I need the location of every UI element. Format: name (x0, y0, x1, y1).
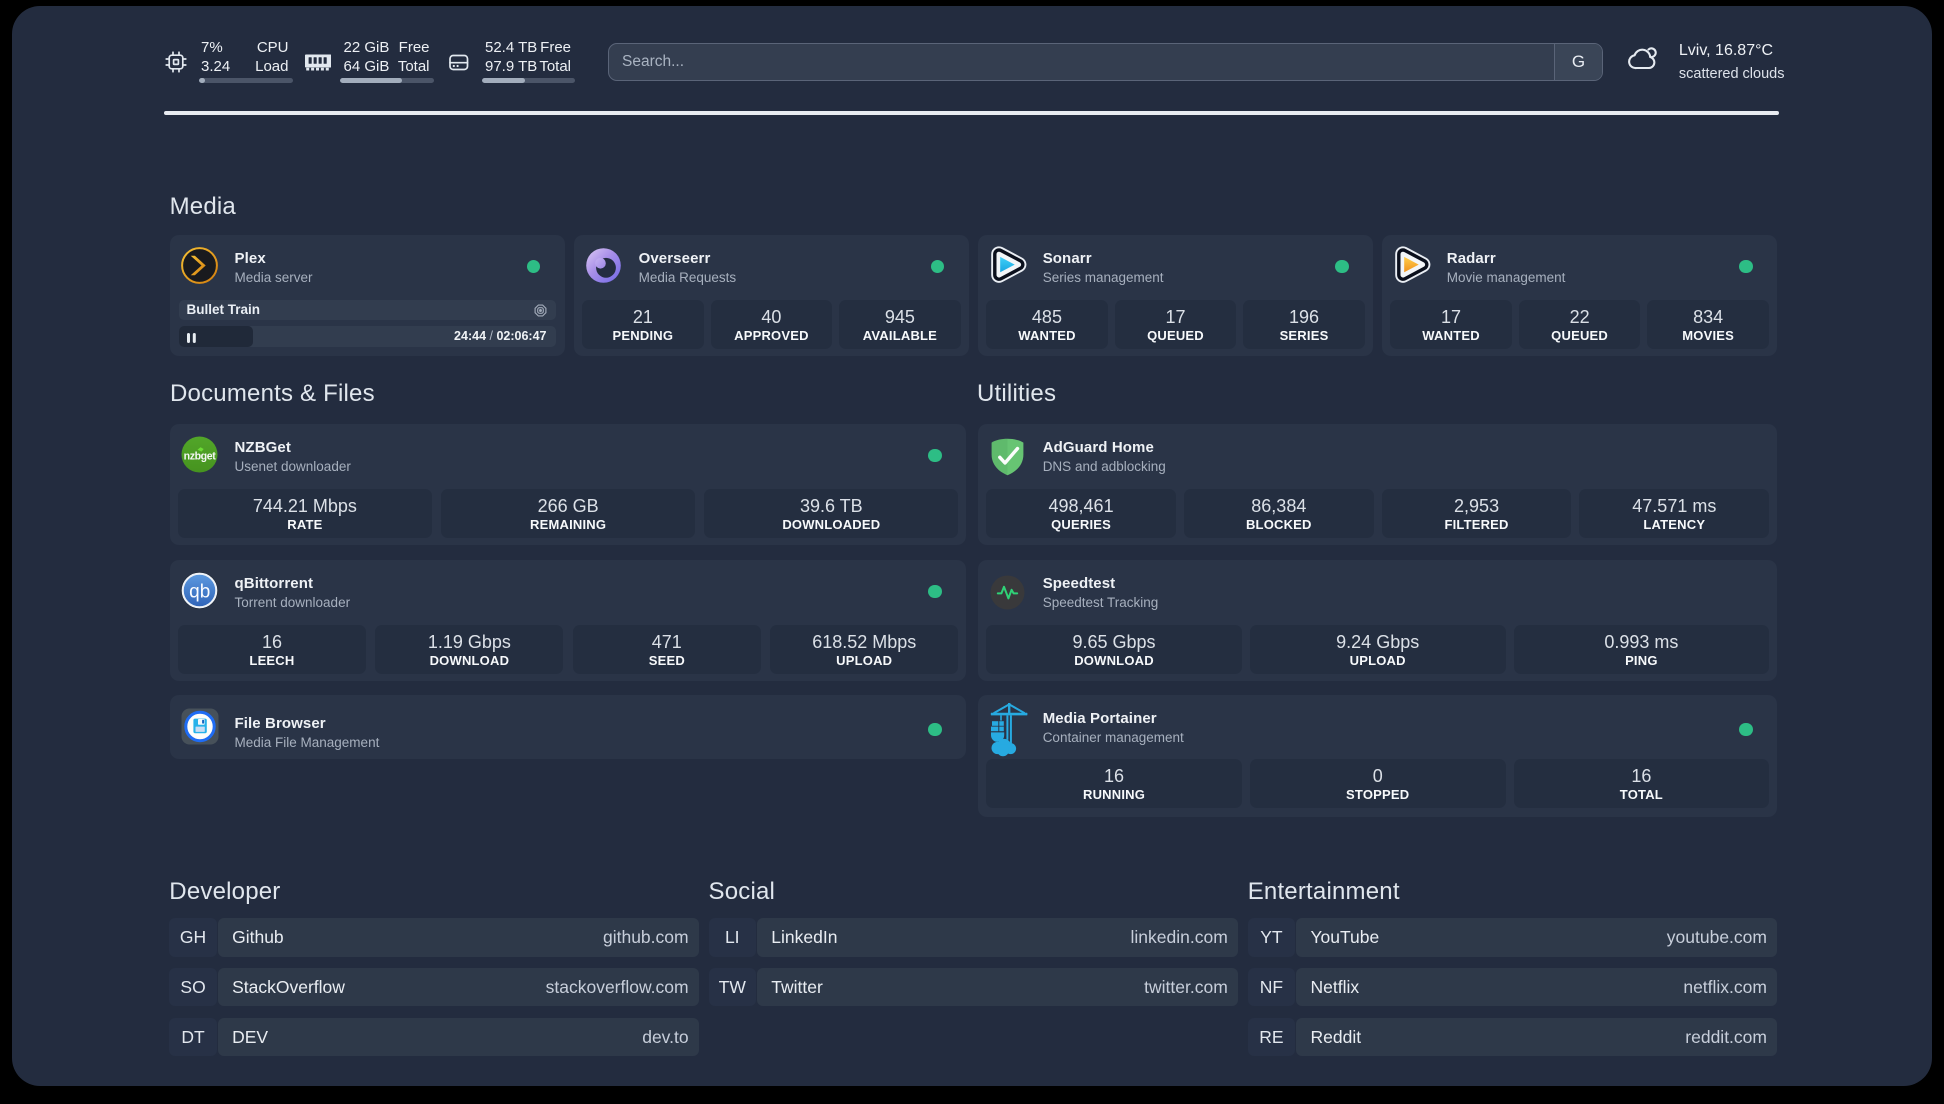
svg-text:nzbget: nzbget (184, 451, 217, 463)
svg-text:qb: qb (189, 581, 210, 602)
